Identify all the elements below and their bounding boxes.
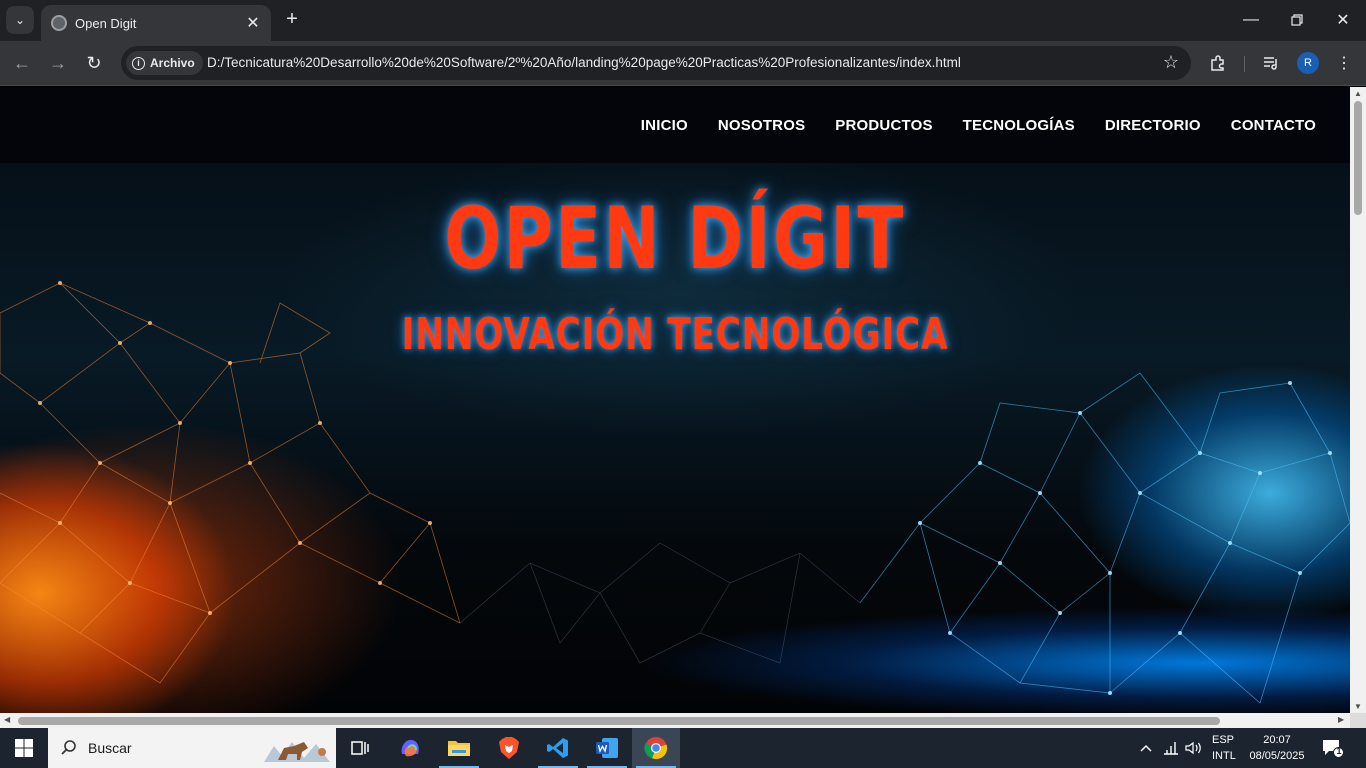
task-view-icon[interactable] (336, 728, 384, 768)
nav-link-tecnologias[interactable]: TECNOLOGÍAS (963, 117, 1075, 134)
notification-count: 1 (1336, 746, 1342, 756)
copilot-icon[interactable] (386, 728, 434, 768)
nav-link-directorio[interactable]: DIRECTORIO (1105, 117, 1201, 134)
hero-subtitle: INNOVACIÓN TECNOLÓGICA (401, 309, 949, 360)
minimize-icon[interactable]: — (1228, 0, 1274, 40)
nav-link-nosotros[interactable]: NOSOTROS (718, 117, 805, 134)
site-info-chip[interactable]: i Archivo (126, 51, 203, 75)
scrollbar-corner (1350, 713, 1366, 728)
nav-link-inicio[interactable]: INICIO (641, 117, 688, 134)
url-text[interactable]: D:/Tecnicatura%20Desarrollo%20de%20Softw… (207, 55, 961, 70)
horizontal-scrollbar[interactable]: ◀ ▶ (0, 713, 1350, 728)
nav-link-productos[interactable]: PRODUCTOS (835, 117, 932, 134)
hero-title: OPEN DÍGIT (444, 189, 906, 289)
browser-tab-strip: ⌄ Open Digit ✕ + — ✕ (0, 0, 1366, 41)
nav-link-contacto[interactable]: CONTACTO (1231, 117, 1316, 134)
profile-avatar[interactable]: R (1297, 52, 1319, 74)
search-highlight-horse-icon (264, 742, 330, 762)
network-icon[interactable] (1163, 728, 1179, 768)
scroll-down-arrow-icon[interactable]: ▼ (1353, 702, 1363, 711)
file-explorer-icon[interactable] (435, 728, 483, 768)
forward-arrow-icon[interactable]: → (44, 49, 72, 77)
windows-taskbar: Buscar ESP INTL 20:07 08/05/2025 1 (0, 728, 1366, 768)
search-icon (61, 740, 76, 755)
clock-date: 08/05/2025 (1249, 750, 1305, 762)
browser-toolbar: ← → ↻ i Archivo D:/Tecnicatura%20Desarro… (0, 41, 1366, 86)
back-arrow-icon[interactable]: ← (8, 49, 36, 77)
tab-close-icon[interactable]: ✕ (241, 13, 265, 33)
reload-icon[interactable]: ↻ (80, 49, 108, 77)
toolbar-separator (1244, 56, 1245, 72)
browser-menu-kebab-icon[interactable]: ⋮ (1331, 50, 1357, 76)
windows-start-icon[interactable] (0, 728, 48, 768)
scroll-up-arrow-icon[interactable]: ▲ (1353, 89, 1363, 98)
extensions-puzzle-icon[interactable] (1205, 50, 1231, 76)
info-icon: i (132, 56, 145, 70)
address-bar[interactable]: i Archivo D:/Tecnicatura%20Desarrollo%20… (121, 46, 1191, 80)
tab-title: Open Digit (75, 15, 137, 31)
microsoft-word-icon[interactable] (583, 728, 631, 768)
horizontal-scroll-thumb[interactable] (18, 717, 1220, 725)
search-label: Buscar (88, 740, 132, 756)
media-playlist-icon[interactable] (1258, 50, 1284, 76)
system-clock[interactable]: 20:07 08/05/2025 (1246, 732, 1308, 764)
keyboard-layout: INTL (1212, 750, 1236, 762)
vertical-scroll-thumb[interactable] (1354, 101, 1362, 215)
scroll-left-arrow-icon[interactable]: ◀ (4, 715, 10, 724)
taskbar-search-box[interactable]: Buscar (48, 728, 336, 768)
show-hidden-icons-chevron-icon[interactable] (1139, 728, 1153, 768)
hero-section: OPEN DÍGIT INNOVACIÓN TECNOLÓGICA (0, 163, 1350, 713)
chrome-icon[interactable] (632, 728, 680, 768)
site-info-label: Archivo (150, 56, 195, 70)
browser-tab[interactable]: Open Digit ✕ (41, 5, 271, 41)
language-code: ESP (1212, 734, 1235, 746)
new-tab-plus-icon[interactable]: + (281, 8, 303, 30)
globe-icon (51, 15, 67, 31)
site-navbar: INICIO NOSOTROS PRODUCTOS TECNOLOGÍAS DI… (0, 87, 1350, 163)
brave-browser-icon[interactable] (485, 728, 533, 768)
clock-time: 20:07 (1263, 734, 1291, 746)
volume-icon[interactable] (1185, 728, 1203, 768)
vertical-scrollbar[interactable]: ▲ ▼ (1350, 87, 1366, 713)
close-window-icon[interactable]: ✕ (1320, 0, 1366, 40)
tab-search-chevron-icon[interactable]: ⌄ (6, 6, 34, 34)
input-language-indicator[interactable]: ESP INTL (1212, 732, 1236, 764)
page-viewport: INICIO NOSOTROS PRODUCTOS TECNOLOGÍAS DI… (0, 87, 1350, 713)
bookmark-star-icon[interactable]: ☆ (1163, 52, 1179, 73)
restore-icon[interactable] (1274, 0, 1320, 40)
notification-center-icon[interactable]: 1 (1322, 738, 1344, 758)
scroll-right-arrow-icon[interactable]: ▶ (1338, 715, 1344, 724)
vscode-icon[interactable] (534, 728, 582, 768)
